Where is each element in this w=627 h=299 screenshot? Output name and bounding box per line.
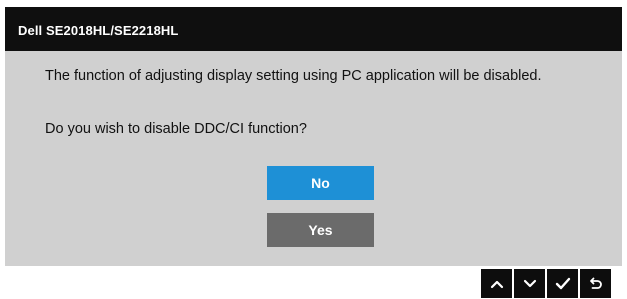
checkmark-icon	[555, 277, 570, 290]
no-button[interactable]: No	[267, 166, 374, 200]
osd-dialog: Dell SE2018HL/SE2218HL The function of a…	[5, 7, 622, 266]
nav-confirm-button[interactable]	[547, 269, 578, 298]
nav-back-button[interactable]	[580, 269, 611, 298]
title-bar: Dell SE2018HL/SE2218HL	[5, 7, 622, 51]
yes-button[interactable]: Yes	[267, 213, 374, 247]
chevron-down-icon	[523, 279, 536, 287]
chevron-up-icon	[490, 280, 503, 288]
nav-up-button[interactable]	[481, 269, 512, 298]
dialog-title: Dell SE2018HL/SE2218HL	[18, 23, 179, 38]
confirmation-question: Do you wish to disable DDC/CI function?	[45, 121, 307, 137]
back-return-icon	[589, 277, 602, 289]
osd-nav-bar	[481, 269, 611, 298]
nav-down-button[interactable]	[514, 269, 545, 298]
warning-message: The function of adjusting display settin…	[45, 68, 542, 84]
